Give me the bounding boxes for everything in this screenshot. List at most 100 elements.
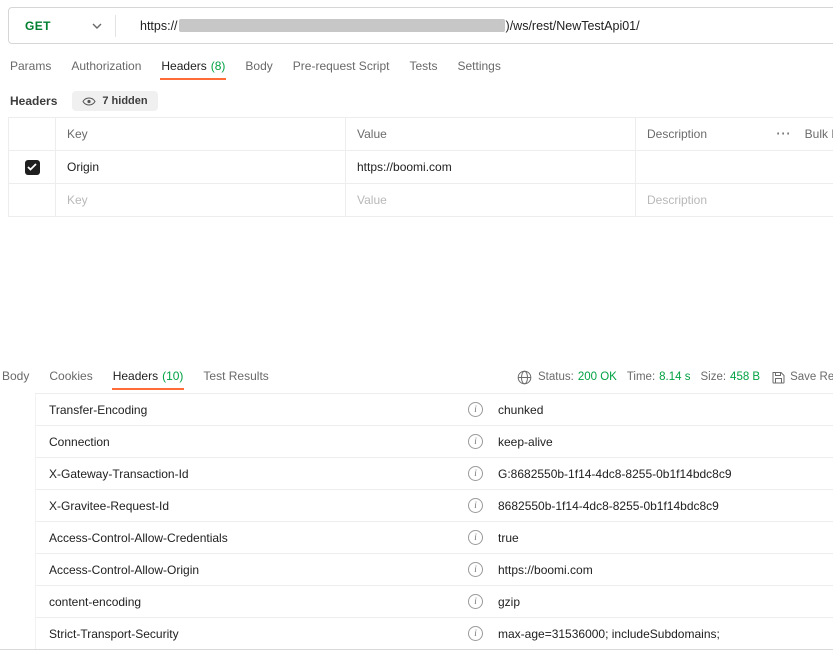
save-response-button[interactable]: Save Response [772, 371, 833, 384]
url-prefix: https:// [140, 19, 178, 33]
request-tab-pre-request-script[interactable]: Pre-request Script [283, 54, 400, 80]
save-response-label: Save Response [790, 371, 833, 383]
response-tab-headers[interactable]: Headers (10) [103, 364, 194, 390]
new-header-row: Key Value Description [9, 184, 833, 217]
time-label: Time: [627, 371, 655, 383]
more-actions-icon[interactable]: ⋯ [776, 129, 791, 139]
response-header-key: Transfer-Encoding [49, 403, 468, 417]
eye-icon [82, 97, 96, 106]
new-description-input[interactable]: Description [636, 184, 833, 217]
info-icon[interactable]: i [468, 466, 483, 481]
tab-label: Headers [113, 369, 158, 383]
column-key: Key [56, 118, 346, 151]
tab-label: Authorization [71, 59, 141, 73]
size-pair: Size: 458 B [700, 371, 760, 383]
status-value: 200 OK [578, 371, 617, 383]
time-value: 8.14 s [659, 371, 690, 383]
hidden-count-label: 7 hidden [102, 95, 147, 107]
response-tab-cookies[interactable]: Cookies [39, 364, 102, 390]
response-tab-body[interactable]: Body [2, 364, 39, 390]
bulk-edit-button[interactable]: Bulk Edit [805, 127, 833, 141]
tab-count: (10) [162, 369, 183, 383]
tab-label: Body [2, 369, 29, 383]
response-tab-test-results[interactable]: Test Results [193, 364, 278, 390]
redacted-url-segment [179, 19, 505, 32]
url-input[interactable]: https:// )/ws/rest/NewTestApi01/ [140, 19, 640, 33]
response-header-value: G:8682550b-1f14-4dc8-8255-0b1f14bdc8c9 [494, 467, 833, 481]
response-header-key: Access-Control-Allow-Origin [49, 563, 468, 577]
header-key-cell[interactable]: Origin [56, 151, 346, 184]
response-header-value: keep-alive [494, 435, 833, 449]
column-description: Description ⋯ Bulk Edit [636, 118, 833, 151]
row-checkbox-checked[interactable] [25, 160, 40, 175]
info-icon[interactable]: i [468, 594, 483, 609]
response-header-key: X-Gravitee-Request-Id [49, 499, 468, 513]
tab-label: Params [10, 59, 51, 73]
row-check-cell [9, 151, 56, 184]
request-tab-headers[interactable]: Headers(8) [151, 54, 235, 80]
new-key-input[interactable]: Key [56, 184, 346, 217]
response-header-key: content-encoding [49, 595, 468, 609]
response-header-key: Strict-Transport-Security [49, 627, 468, 641]
tab-count: (8) [211, 59, 226, 73]
response-header-row: Strict-Transport-Securityi max-age=315360… [36, 618, 833, 650]
response-header-value: max-age=31536000; includeSubdomains; [494, 627, 833, 641]
request-tab-body[interactable]: Body [235, 54, 282, 80]
status-pair: Status: 200 OK [538, 371, 617, 383]
info-icon[interactable]: i [468, 530, 483, 545]
info-icon[interactable]: i [468, 626, 483, 641]
time-pair: Time: 8.14 s [627, 371, 691, 383]
request-headers-table: Key Value Description ⋯ Bulk Edit Origin [8, 117, 833, 217]
tab-label: Settings [458, 59, 501, 73]
save-icon [772, 371, 785, 384]
method-dropdown[interactable]: GET [9, 8, 115, 43]
header-description-cell[interactable] [636, 151, 833, 184]
info-icon[interactable]: i [468, 562, 483, 577]
tab-label: Tests [409, 59, 437, 73]
response-header-key: Connection [49, 435, 468, 449]
response-header-value: 8682550b-1f14-4dc8-8255-0b1f14bdc8c9 [494, 499, 833, 513]
new-row-check-cell [9, 184, 56, 217]
hidden-headers-toggle[interactable]: 7 hidden [72, 91, 157, 111]
new-value-input[interactable]: Value [346, 184, 636, 217]
response-header-row: Access-Control-Allow-Originihttps://boom… [36, 554, 833, 586]
response-header-row: Access-Control-Allow-Credentialsitrue [36, 522, 833, 554]
status-label: Status: [538, 371, 574, 383]
request-table-header-row: Key Value Description ⋯ Bulk Edit [9, 118, 833, 151]
info-icon[interactable]: i [468, 434, 483, 449]
tab-label: Test Results [203, 369, 268, 383]
table-actions: ⋯ Bulk Edit [776, 127, 833, 141]
size-label: Size: [700, 371, 726, 383]
response-header-row: content-encodingigzip [36, 586, 833, 618]
response-header-row: Transfer-Encodingi chunked [36, 394, 833, 426]
response-header-row: Connectioni keep-alive [36, 426, 833, 458]
header-value-cell[interactable]: https://boomi.com [346, 151, 636, 184]
method-label: GET [25, 19, 51, 33]
response-header-value: true [494, 531, 833, 545]
response-tabs: Body Cookies Headers (10) Test Results [2, 364, 279, 390]
request-tab-tests[interactable]: Tests [399, 54, 447, 80]
response-header-value: chunked [494, 403, 833, 417]
info-icon[interactable]: i [468, 402, 483, 417]
chevron-down-icon [92, 23, 102, 29]
url-divider [115, 15, 116, 37]
response-meta: Status: 200 OK Time: 8.14 s Size: 458 B … [517, 364, 833, 390]
headers-section-title: Headers [10, 94, 57, 108]
request-tab-params[interactable]: Params [10, 54, 61, 80]
header-row-origin: Origin https://boomi.com [9, 151, 833, 184]
response-header-key: X-Gateway-Transaction-Id [49, 467, 468, 481]
request-tab-settings[interactable]: Settings [448, 54, 511, 80]
response-headers-table: Transfer-EncodingichunkedConnectionikeep… [35, 393, 833, 650]
column-value: Value [346, 118, 636, 151]
url-bar: GET https:// )/ws/rest/NewTestApi01/ [8, 7, 833, 44]
info-icon[interactable]: i [468, 498, 483, 513]
response-header-key: Access-Control-Allow-Credentials [49, 531, 468, 545]
request-tab-authorization[interactable]: Authorization [61, 54, 151, 80]
tab-label: Cookies [49, 369, 92, 383]
response-header-value: gzip [494, 595, 833, 609]
column-description-label: Description [647, 127, 707, 141]
response-header-row: X-Gravitee-Request-Idi 8682550b-1f14-4dc8… [36, 490, 833, 522]
globe-icon[interactable] [517, 370, 532, 385]
select-all-cell [9, 118, 56, 151]
size-value: 458 B [730, 371, 760, 383]
